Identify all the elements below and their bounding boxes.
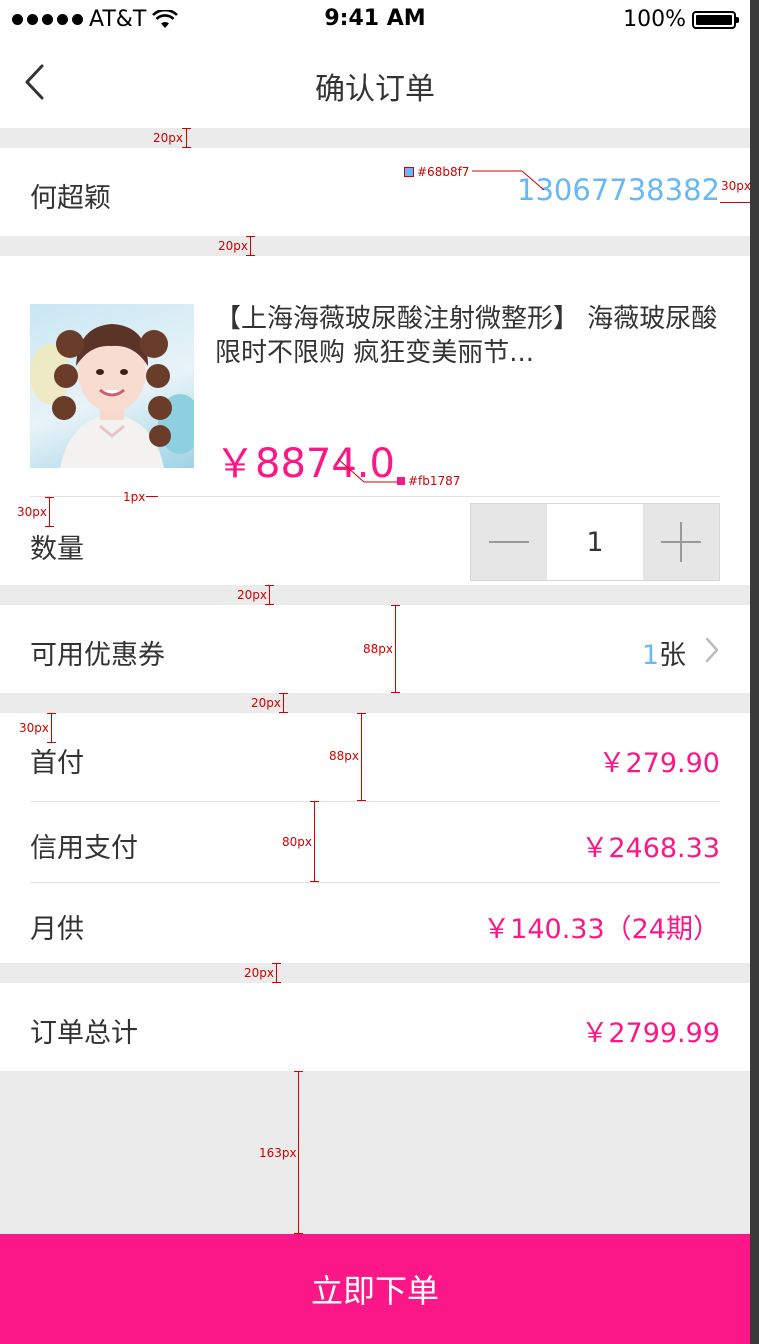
color-swatch (404, 167, 414, 177)
annotation-line (294, 1071, 303, 1234)
chevron-right-icon (705, 637, 719, 663)
minus-icon (489, 541, 529, 543)
annotation-line (720, 202, 750, 203)
annotation-line (337, 458, 398, 483)
coupon-count-number: 1 (641, 640, 659, 671)
annotation-line (47, 713, 56, 743)
product-card: 【上海海薇玻尿酸注射微整形】 海薇玻尿酸 限时不限购 疯狂变美丽节... ￥88… (0, 256, 750, 585)
product-image[interactable] (30, 304, 194, 468)
annotation-line (265, 585, 274, 605)
annotation-label: 20px (153, 131, 183, 145)
divider (30, 882, 720, 883)
credit-payment-value: ￥2468.33 (581, 833, 720, 864)
annotation-label: 30px (17, 505, 47, 519)
annotation-line (146, 496, 158, 497)
quantity-value[interactable]: 1 (547, 504, 643, 580)
annotation-line (272, 963, 281, 983)
coupon-count-unit: 张 (659, 640, 686, 671)
annotation-line (391, 605, 400, 693)
divider (30, 801, 720, 802)
annotation-label: 1px (123, 490, 146, 504)
battery-percent: 100% (623, 7, 686, 32)
decrease-button[interactable] (471, 504, 547, 580)
annotation-label: 80px (282, 835, 312, 849)
down-payment-label: 首付 (30, 748, 84, 779)
monthly-value: ￥140.33（24期） (483, 914, 720, 945)
down-payment-value: ￥279.90 (598, 748, 720, 779)
quantity-stepper: 1 (470, 503, 720, 581)
credit-payment-label: 信用支付 (30, 833, 138, 864)
annotation-label: 20px (251, 696, 281, 710)
coupon-count: 1张 (642, 633, 686, 672)
annotation-label: 30px (19, 721, 49, 735)
annotation-line (246, 236, 255, 256)
device-edge (750, 0, 759, 1344)
payment-section: 首付 ￥279.90 信用支付 ￥2468.33 月供 ￥140.33（24期） (0, 713, 750, 963)
annotation-line (182, 128, 191, 148)
annotation-label: 88px (363, 642, 393, 656)
annotation-label: 88px (329, 749, 359, 763)
nav-bar: 确认订单 (0, 40, 750, 128)
color-annotation-pink: #fb1787 (397, 474, 460, 488)
annotation-label: #fb1787 (408, 474, 461, 488)
quantity-label: 数量 (30, 534, 84, 565)
annotation-label: 20px (218, 239, 248, 253)
product-photo (30, 324, 194, 468)
contact-row[interactable]: 何超颖 13067738382 (0, 148, 750, 236)
annotation-line (279, 693, 288, 713)
status-bar: AT&T 9:41 AM 100% (0, 0, 750, 40)
total-row: 订单总计 ￥2799.99 (0, 983, 750, 1071)
product-name[interactable]: 【上海海薇玻尿酸注射微整形】 海薇玻尿酸 限时不限购 疯狂变美丽节... (215, 302, 727, 370)
contact-phone: 13067738382 (517, 173, 720, 207)
coupon-label: 可用优惠券 (30, 640, 165, 671)
plus-icon (661, 522, 701, 562)
screen: AT&T 9:41 AM 100% 确认订单 何超颖 13067738382 【… (0, 0, 751, 1344)
annotation-line (45, 497, 54, 527)
annotation-label: 20px (244, 966, 274, 980)
contact-name: 何超颖 (30, 183, 111, 214)
color-annotation-blue: #68b8f7 (404, 165, 469, 179)
place-order-button[interactable]: 立即下单 (0, 1234, 750, 1344)
total-label: 订单总计 (30, 1018, 138, 1049)
annotation-line (310, 801, 319, 882)
annotation-label: 30px (721, 179, 751, 193)
annotation-line (472, 170, 545, 191)
page-title: 确认订单 (315, 72, 435, 107)
annotation-label: #68b8f7 (417, 165, 470, 179)
battery-icon (692, 10, 739, 29)
annotation-line (357, 713, 366, 801)
battery-info: 100% (623, 7, 739, 32)
annotation-label: 163px (259, 1146, 297, 1160)
increase-button[interactable] (643, 504, 719, 580)
annotation-label: 20px (237, 588, 267, 602)
monthly-label: 月供 (30, 914, 84, 945)
total-value: ￥2799.99 (581, 1018, 720, 1049)
